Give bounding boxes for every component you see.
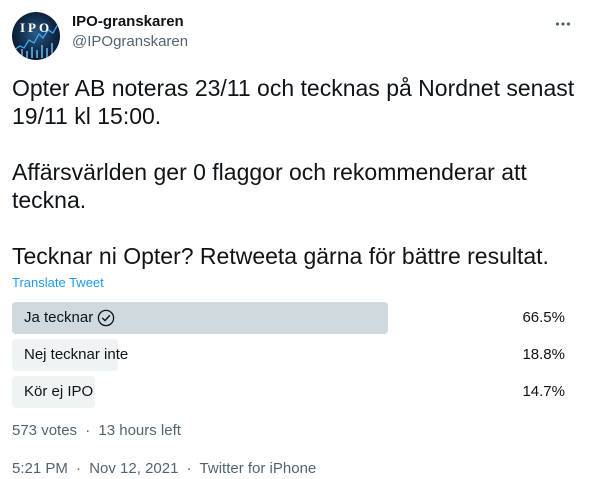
- separator-dot: ·: [85, 422, 91, 439]
- poll-option: Nej tecknar inte 18.8%: [12, 339, 579, 371]
- tweet-date[interactable]: Nov 12, 2021: [89, 460, 178, 477]
- poll-option-percent: 18.8%: [522, 346, 565, 363]
- tweet-source[interactable]: Twitter for iPhone: [200, 460, 317, 477]
- poll-option-label: Ja tecknar: [24, 309, 94, 326]
- poll-option-label: Kör ej IPO: [24, 383, 94, 400]
- avatar-logo-text: IPO: [20, 20, 52, 35]
- tweet-text: Opter AB noteras 23/11 och tecknas på No…: [12, 75, 575, 269]
- separator-dot: ·: [186, 460, 192, 477]
- poll-option: Ja tecknar 66.5%: [12, 302, 579, 334]
- tweet-time[interactable]: 5:21 PM: [12, 460, 68, 477]
- poll-option: Kör ej IPO 14.7%: [12, 376, 579, 408]
- display-name[interactable]: IPO-granskaren: [72, 12, 553, 32]
- poll-option-percent: 14.7%: [522, 383, 565, 400]
- check-circle-icon: [97, 309, 115, 327]
- poll-votes: 573 votes: [12, 422, 78, 439]
- poll-option-label-wrap: Ja tecknar: [12, 308, 115, 328]
- poll-time-left: 13 hours left: [98, 422, 181, 439]
- avatar[interactable]: IPO: [12, 12, 60, 60]
- poll-option-label: Nej tecknar inte: [24, 346, 129, 363]
- user-info: IPO-granskaren @IPOgranskaren: [72, 12, 553, 52]
- poll-option-label-wrap: Kör ej IPO: [12, 382, 93, 402]
- poll-option-percent: 66.5%: [522, 309, 565, 326]
- translate-tweet-link[interactable]: Translate Tweet: [12, 275, 579, 291]
- more-button[interactable]: [553, 14, 573, 34]
- tweet: IPO IPO-granskaren @IPOgranskaren Opter …: [0, 0, 591, 479]
- avatar-image: IPO: [12, 12, 60, 60]
- poll: Ja tecknar 66.5% Nej tecknar inte 18.8% …: [12, 302, 579, 441]
- tweet-header: IPO IPO-granskaren @IPOgranskaren: [12, 8, 579, 62]
- more-horizontal-icon: [555, 22, 571, 26]
- poll-option-label-wrap: Nej tecknar inte: [12, 345, 128, 365]
- poll-meta: 573 votes · 13 hours left: [12, 421, 579, 441]
- separator-dot: ·: [76, 460, 82, 477]
- tweet-timestamp: 5:21 PM · Nov 12, 2021 · Twitter for iPh…: [12, 459, 579, 479]
- user-handle[interactable]: @IPOgranskaren: [72, 32, 553, 52]
